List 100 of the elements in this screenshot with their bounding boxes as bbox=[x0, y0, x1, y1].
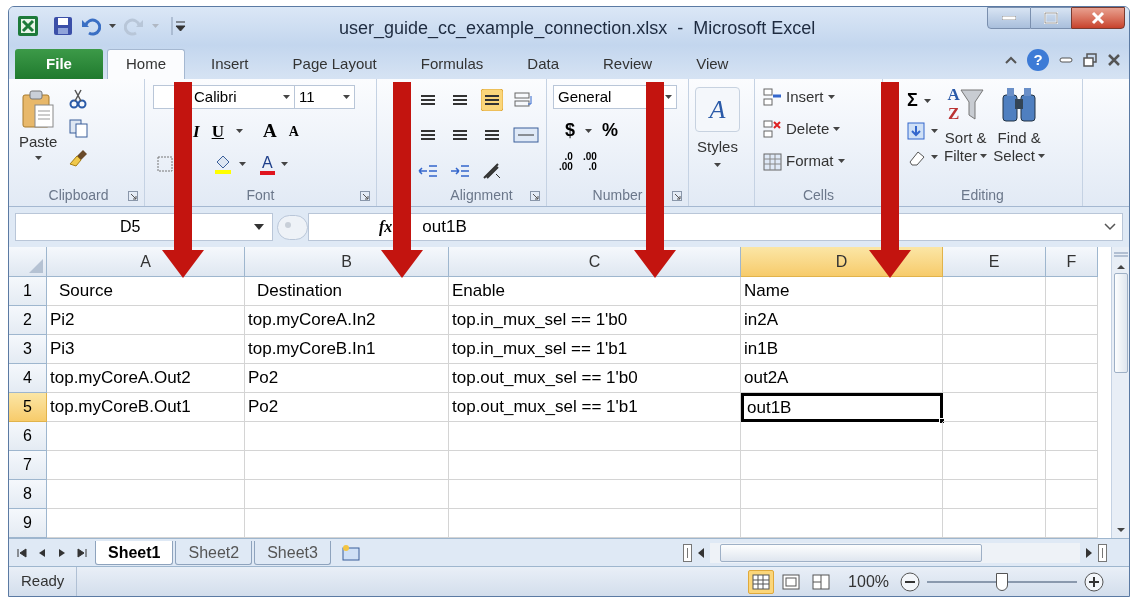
caret-icon[interactable] bbox=[239, 162, 246, 166]
table-cell[interactable] bbox=[245, 451, 449, 480]
table-cell[interactable]: top.myCoreA.Out2 bbox=[47, 364, 245, 393]
column-header[interactable]: C bbox=[449, 247, 741, 277]
row-header[interactable]: 6 bbox=[9, 422, 47, 451]
name-box[interactable]: D5 bbox=[15, 213, 273, 241]
zoom-in-icon[interactable] bbox=[1083, 570, 1105, 593]
next-sheet-icon[interactable] bbox=[57, 547, 67, 558]
paste-button[interactable]: Paste bbox=[13, 79, 64, 184]
caret-icon[interactable] bbox=[343, 95, 350, 99]
brush-icon[interactable] bbox=[69, 148, 90, 168]
ribbon-tab[interactable]: Home bbox=[107, 49, 185, 79]
table-cell[interactable] bbox=[1046, 277, 1098, 306]
table-cell[interactable]: out2A bbox=[741, 364, 943, 393]
table-cell[interactable] bbox=[1046, 306, 1098, 335]
caret-icon[interactable] bbox=[283, 95, 290, 99]
scrollbar-thumb[interactable] bbox=[1113, 273, 1128, 373]
scrollbar-thumb[interactable] bbox=[720, 543, 982, 562]
customize-toolbar-icon[interactable] bbox=[171, 17, 186, 35]
table-cell[interactable] bbox=[1046, 451, 1098, 480]
row-header[interactable]: 5 bbox=[9, 393, 47, 422]
ribbon-tab[interactable]: Insert bbox=[193, 49, 267, 79]
row-header[interactable]: 8 bbox=[9, 480, 47, 509]
ribbon-tab[interactable]: View bbox=[678, 49, 747, 79]
dialog-launcher-icon[interactable] bbox=[672, 191, 682, 201]
close-icon[interactable] bbox=[1107, 53, 1121, 67]
find-select-button[interactable]: Find & Select bbox=[993, 85, 1046, 184]
caret-icon[interactable] bbox=[931, 155, 938, 159]
row-header[interactable]: 9 bbox=[9, 509, 47, 538]
table-cell[interactable] bbox=[943, 306, 1046, 335]
save-icon[interactable] bbox=[53, 16, 73, 36]
table-cell[interactable] bbox=[47, 480, 245, 509]
table-cell[interactable]: top.myCoreA.In2 bbox=[245, 306, 449, 335]
increase-decimal-button[interactable]: .0 .00 bbox=[559, 152, 573, 172]
expand-formula-bar-icon[interactable] bbox=[1104, 223, 1116, 231]
caret-icon[interactable] bbox=[931, 129, 938, 133]
last-sheet-icon[interactable] bbox=[77, 547, 87, 558]
table-cell[interactable]: Po2 bbox=[245, 393, 449, 422]
undo-icon[interactable] bbox=[81, 16, 101, 36]
scissors-icon[interactable] bbox=[69, 89, 88, 109]
table-cell[interactable]: Name bbox=[741, 277, 943, 306]
scroll-up-icon[interactable] bbox=[1115, 263, 1126, 271]
cells-menu-button[interactable]: Delete bbox=[763, 117, 845, 141]
table-cell[interactable] bbox=[943, 393, 1046, 422]
row-header[interactable]: 1 bbox=[9, 277, 47, 306]
merge-cells-icon[interactable] bbox=[513, 125, 539, 146]
ribbon-tab[interactable]: Formulas bbox=[402, 49, 502, 79]
help-button[interactable]: ? bbox=[1027, 49, 1049, 71]
table-cell[interactable] bbox=[245, 480, 449, 509]
table-cell[interactable]: top.myCoreB.Out1 bbox=[47, 393, 245, 422]
sheet-tab[interactable]: Sheet3 bbox=[254, 540, 331, 565]
previous-sheet-icon[interactable] bbox=[37, 547, 47, 558]
table-cell[interactable] bbox=[741, 422, 943, 451]
sort-filter-button[interactable]: A Z Sort & Filter bbox=[944, 85, 988, 184]
zoom-out-icon[interactable] bbox=[899, 570, 921, 593]
vertical-scrollbar[interactable] bbox=[1111, 247, 1129, 538]
minimize-button[interactable] bbox=[987, 7, 1031, 29]
grow-font-button[interactable]: A bbox=[262, 117, 277, 146]
dialog-launcher-icon[interactable] bbox=[360, 191, 370, 201]
table-cell[interactable] bbox=[943, 480, 1046, 509]
caret-icon[interactable] bbox=[923, 98, 931, 103]
underline-button[interactable]: U bbox=[211, 118, 224, 144]
table-cell[interactable]: top.out_mux_sel == 1'b0 bbox=[449, 364, 741, 393]
table-cell[interactable] bbox=[1046, 422, 1098, 451]
table-cell[interactable] bbox=[741, 480, 943, 509]
sheet-tab[interactable]: Sheet2 bbox=[175, 540, 253, 565]
percent-button[interactable]: % bbox=[602, 117, 619, 144]
table-cell[interactable]: Destination bbox=[245, 277, 449, 306]
italic-button[interactable]: I bbox=[193, 118, 200, 144]
table-cell[interactable] bbox=[245, 422, 449, 451]
row-header[interactable]: 2 bbox=[9, 306, 47, 335]
first-sheet-icon[interactable] bbox=[17, 547, 27, 558]
new-sheet-icon[interactable] bbox=[340, 543, 361, 562]
shrink-font-button[interactable]: A bbox=[288, 120, 299, 142]
table-cell[interactable]: in2A bbox=[741, 306, 943, 335]
wrap-text-icon[interactable] bbox=[513, 89, 535, 110]
decrease-decimal-button[interactable]: .00 .0 bbox=[582, 152, 597, 172]
insert-function-label[interactable]: fx bbox=[379, 215, 393, 239]
cells-menu-button[interactable]: Format bbox=[763, 149, 845, 173]
currency-button[interactable]: $ bbox=[565, 117, 575, 144]
caret-icon[interactable] bbox=[109, 24, 116, 28]
table-cell[interactable] bbox=[1046, 335, 1098, 364]
restore-icon[interactable] bbox=[1083, 53, 1097, 67]
dialog-launcher-icon[interactable] bbox=[128, 191, 138, 201]
fill-handle[interactable] bbox=[939, 418, 945, 424]
copy-icon[interactable] bbox=[69, 119, 89, 138]
font-color-button[interactable]: A bbox=[260, 153, 275, 175]
minimize-icon[interactable] bbox=[1059, 54, 1073, 66]
row-header[interactable]: 3 bbox=[9, 335, 47, 364]
table-cell[interactable]: Pi3 bbox=[47, 335, 245, 364]
table-cell[interactable]: Po2 bbox=[245, 364, 449, 393]
table-cell[interactable] bbox=[943, 364, 1046, 393]
table-cell[interactable]: top.in_mux_sel == 1'b0 bbox=[449, 306, 741, 335]
fill-down-icon[interactable] bbox=[907, 122, 925, 140]
file-tab[interactable]: File bbox=[15, 49, 103, 79]
split-handle-icon[interactable] bbox=[683, 543, 692, 562]
caret-icon[interactable] bbox=[827, 95, 835, 99]
caret-icon[interactable] bbox=[980, 154, 988, 158]
formula-field[interactable]: fx out1B bbox=[308, 213, 1123, 241]
table-cell[interactable] bbox=[449, 480, 741, 509]
